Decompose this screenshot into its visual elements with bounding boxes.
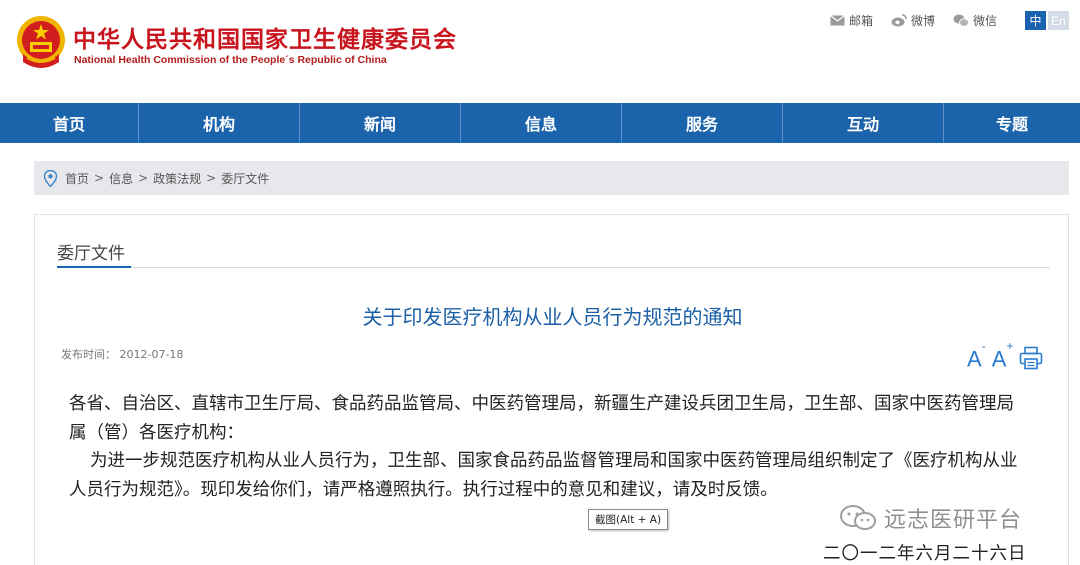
- wechat-link[interactable]: 微信: [953, 12, 997, 29]
- section-divider: [57, 267, 1050, 268]
- nav-item-news[interactable]: 新闻: [300, 103, 461, 143]
- watermark-text: 远志医研平台: [884, 508, 1023, 533]
- article-meta: 发布时间： 2012-07-18: [61, 346, 183, 362]
- article-body: 各省、自治区、直辖市卫生厅局、食品药品监管局、中医药管理局，新疆生产建设兵团卫生…: [69, 390, 1029, 504]
- article-sign-date: 二〇一二年六月二十六日: [823, 544, 1027, 564]
- lang-zh-button[interactable]: 中: [1025, 11, 1046, 30]
- national-emblem-icon[interactable]: [15, 14, 67, 70]
- minus-icon: -: [981, 339, 986, 353]
- breadcrumb: 首页 > 信息 > 政策法规 > 委厅文件: [34, 161, 1069, 195]
- breadcrumb-current[interactable]: 委厅文件: [221, 170, 269, 187]
- location-pin-icon: [44, 169, 57, 187]
- print-icon[interactable]: [1019, 346, 1043, 370]
- site-subtitle: National Health Commission of the People…: [74, 54, 387, 66]
- nav-item-topics[interactable]: 专题: [944, 103, 1080, 143]
- section-title: 委厅文件: [57, 244, 125, 264]
- nav-item-home[interactable]: 首页: [0, 103, 139, 143]
- nav-item-service[interactable]: 服务: [622, 103, 783, 143]
- wechat-icon: [840, 505, 876, 530]
- article-salutation: 各省、自治区、直辖市卫生厅局、食品药品监管局、中医药管理局，新疆生产建设兵团卫生…: [69, 394, 1014, 443]
- nav-item-interact[interactable]: 互动: [783, 103, 944, 143]
- watermark: 远志医研平台: [838, 502, 1022, 534]
- language-switch: 中 En: [1025, 11, 1069, 30]
- screenshot-tooltip: 截图(Alt + A): [588, 509, 669, 530]
- font-increase-label: A: [991, 346, 1007, 372]
- publish-date: 2012-07-18: [119, 348, 184, 361]
- site-title: 中华人民共和国国家卫生健康委员会: [73, 27, 457, 53]
- article-title: 关于印发医疗机构从业人员行为规范的通知: [362, 305, 743, 329]
- weibo-label: 微博: [911, 14, 936, 28]
- wechat-icon: [953, 14, 969, 27]
- site-header: 中华人民共和国国家卫生健康委员会 National Health Commiss…: [0, 0, 1080, 101]
- breadcrumb-info[interactable]: 信息: [109, 170, 133, 187]
- publish-date-label: 发布时间：: [61, 348, 116, 361]
- mail-label: 邮箱: [849, 14, 874, 28]
- weibo-icon: [891, 14, 907, 27]
- font-increase-button[interactable]: A+: [991, 339, 1014, 372]
- section-title-underline: [57, 266, 131, 268]
- weibo-link[interactable]: 微博: [891, 12, 935, 29]
- nav-item-info[interactable]: 信息: [461, 103, 622, 143]
- article-paragraph: 为进一步规范医疗机构从业人员行为，卫生部、国家食品药品监督管理局和国家中医药管理…: [69, 451, 1018, 500]
- breadcrumb-separator: >: [206, 171, 217, 185]
- wechat-label: 微信: [973, 14, 998, 28]
- mail-link[interactable]: 邮箱: [830, 12, 873, 29]
- mail-icon: [830, 15, 845, 26]
- font-decrease-label: A: [967, 346, 982, 372]
- breadcrumb-home[interactable]: 首页: [65, 170, 89, 187]
- nav-item-org[interactable]: 机构: [139, 103, 300, 143]
- font-decrease-button[interactable]: A-: [967, 339, 986, 372]
- breadcrumb-policy[interactable]: 政策法规: [153, 170, 201, 187]
- article-tools: A- A+: [967, 339, 1043, 372]
- breadcrumb-separator: >: [94, 171, 105, 185]
- main-nav: 首页 机构 新闻 信息 服务 互动 专题: [0, 103, 1080, 143]
- lang-en-button[interactable]: En: [1048, 11, 1069, 30]
- header-tool-links: 邮箱 微博 微信: [830, 12, 997, 29]
- breadcrumb-separator: >: [138, 171, 149, 185]
- plus-icon: +: [1006, 339, 1014, 353]
